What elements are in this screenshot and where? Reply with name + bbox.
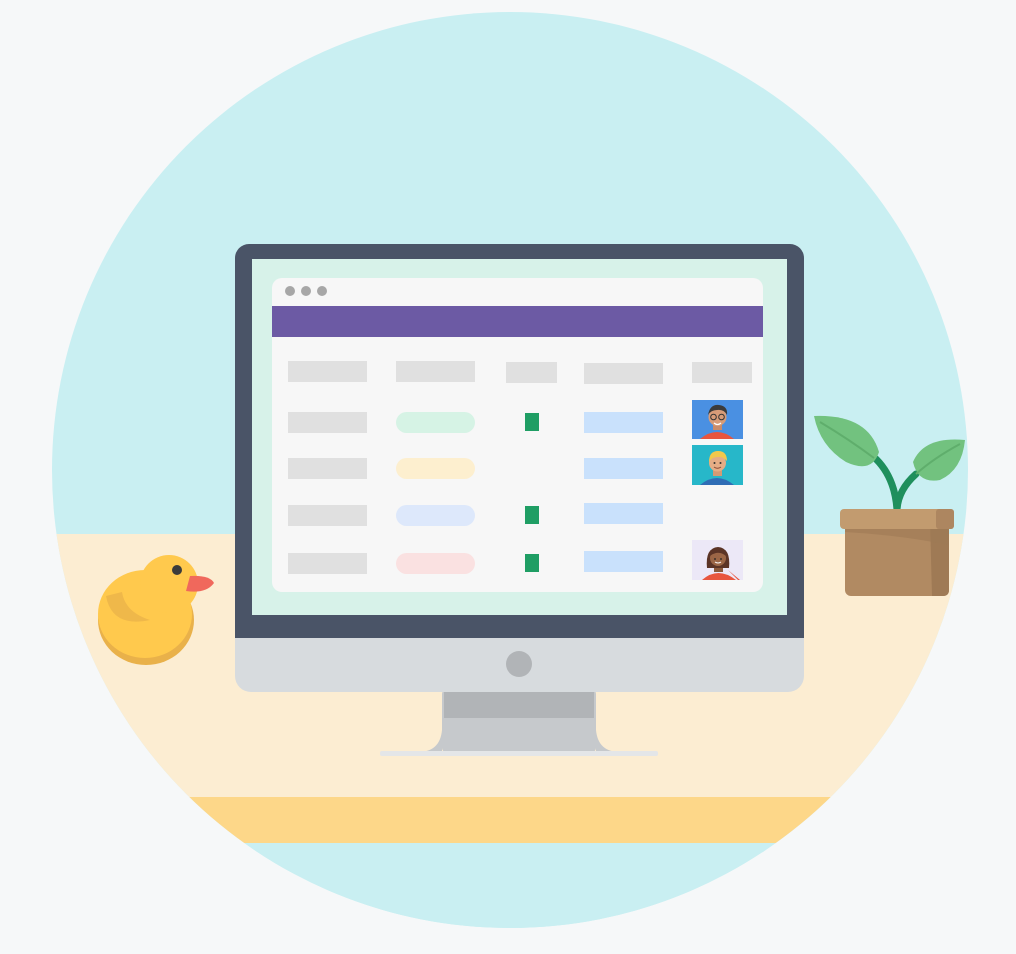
column-header-placeholder bbox=[396, 361, 475, 382]
avatar-woman-icon bbox=[692, 540, 743, 580]
window-dot-icon bbox=[317, 286, 327, 296]
status-square-icon bbox=[525, 413, 539, 431]
cell-link-placeholder bbox=[584, 412, 663, 433]
cell-text-placeholder bbox=[288, 412, 367, 433]
cell-text-placeholder bbox=[288, 505, 367, 526]
status-square-icon bbox=[525, 554, 539, 572]
app-window bbox=[272, 278, 763, 592]
duck-eye bbox=[172, 565, 182, 575]
status-pill bbox=[396, 412, 475, 433]
cell-text-placeholder bbox=[288, 458, 367, 479]
monitor-power-button bbox=[506, 651, 532, 677]
window-dot-icon bbox=[285, 286, 295, 296]
window-controls bbox=[285, 286, 327, 296]
status-square-icon bbox=[525, 506, 539, 524]
cell-link-placeholder bbox=[584, 458, 663, 479]
cell-link-placeholder bbox=[584, 503, 663, 524]
column-header-placeholder bbox=[692, 362, 752, 383]
status-pill bbox=[396, 553, 475, 574]
window-dot-icon bbox=[301, 286, 311, 296]
under-desk-area bbox=[52, 843, 968, 928]
illustration-scene bbox=[52, 12, 968, 928]
avatar-man-glasses-icon bbox=[692, 400, 743, 439]
column-header-placeholder bbox=[288, 361, 367, 382]
column-header-placeholder bbox=[584, 363, 663, 384]
status-pill bbox=[396, 458, 475, 479]
status-pill bbox=[396, 505, 475, 526]
column-header-placeholder bbox=[506, 362, 557, 383]
cell-text-placeholder bbox=[288, 553, 367, 574]
monitor-base-shadow bbox=[380, 751, 658, 756]
app-header-bar bbox=[272, 306, 763, 337]
desk-edge bbox=[52, 797, 968, 843]
avatar-man-blond-icon bbox=[692, 445, 743, 485]
cell-link-placeholder bbox=[584, 551, 663, 572]
